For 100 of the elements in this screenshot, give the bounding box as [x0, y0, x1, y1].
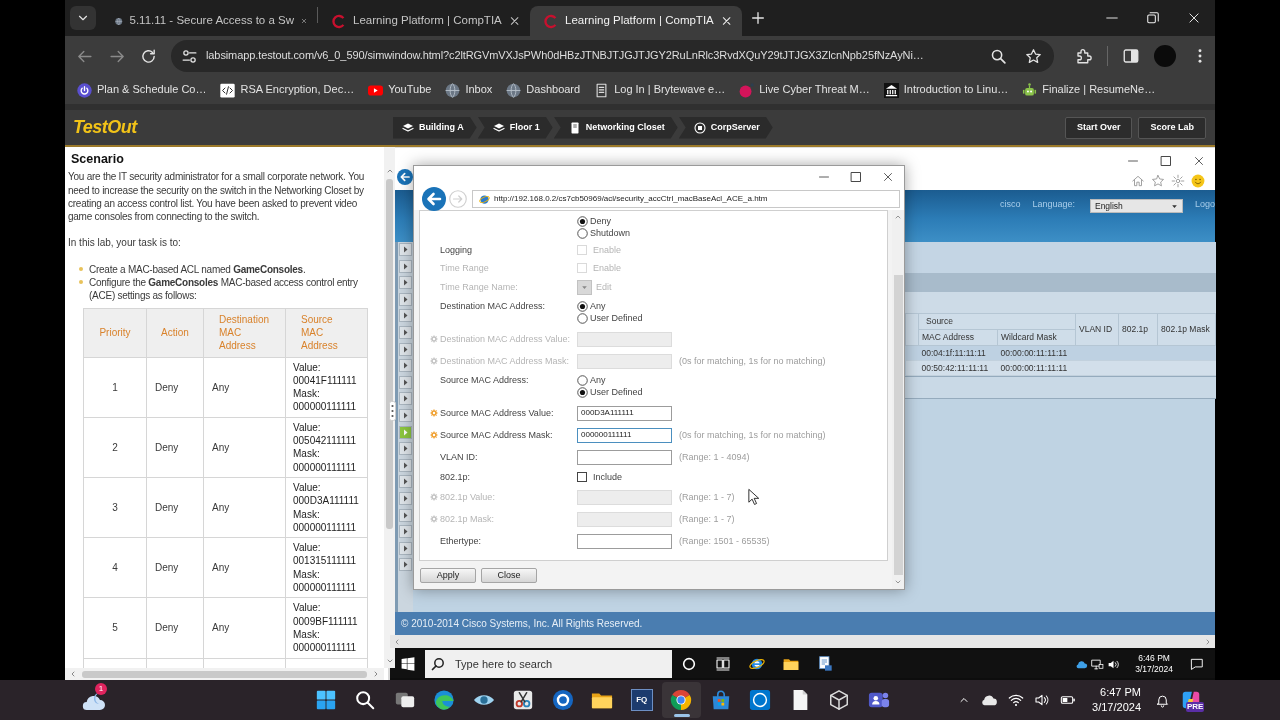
bookmark[interactable]: RSA Encryption, Dec…: [220, 82, 355, 98]
radio-label: User Defined: [590, 312, 643, 324]
document-network-icon[interactable]: [817, 656, 833, 672]
scrollbar-thumb[interactable]: [386, 179, 393, 529]
scrollbar-thumb[interactable]: [893, 275, 903, 575]
bookmark[interactable]: YouTube: [368, 82, 432, 98]
close-icon[interactable]: [508, 15, 520, 27]
scroll-down-icon[interactable]: [894, 578, 902, 586]
address-field[interactable]: http://192.168.0.2/cs7cb50969/acl/security_accCtrl_macBaseAcl_ACE_a.htm: [472, 190, 900, 208]
dialog-button[interactable]: Apply: [420, 567, 476, 583]
windows-logo-icon[interactable]: [400, 657, 415, 671]
bookmark[interactable]: Finalize | ResumeNe…: [1022, 82, 1156, 98]
search-icon[interactable]: [425, 650, 455, 678]
hint-text: (0s for matching, 1s for no matching): [679, 429, 826, 441]
swirl-icon[interactable]: [433, 689, 456, 711]
scroll-right-icon[interactable]: [372, 670, 380, 678]
new-tab-icon[interactable]: [750, 10, 766, 26]
vertical-scrollbar[interactable]: [384, 147, 395, 668]
side-panel-icon[interactable]: [1122, 47, 1140, 65]
maximize-icon[interactable]: [850, 171, 862, 183]
dialog-button[interactable]: Close: [481, 567, 537, 583]
field-label: 802.1p Value:: [440, 491, 496, 503]
radio-label: User Defined: [590, 386, 643, 398]
close-icon[interactable]: [882, 171, 894, 183]
vertical-scrollbar[interactable]: [892, 210, 904, 589]
breadcrumb[interactable]: Networking Closet: [553, 116, 678, 139]
toolbar-button[interactable]: Score Lab: [1138, 116, 1206, 139]
close-icon[interactable]: [720, 15, 732, 27]
volume-icon[interactable]: [1034, 692, 1051, 708]
language-select[interactable]: English: [1089, 199, 1183, 213]
breadcrumb[interactable]: Building A: [393, 116, 477, 139]
bookmark[interactable]: Dashboard: [506, 82, 581, 98]
scrollbar-thumb[interactable]: [82, 670, 367, 678]
restore-icon[interactable]: [1146, 11, 1160, 25]
input-field[interactable]: 000000111111: [577, 427, 672, 443]
scroll-down-icon[interactable]: [385, 657, 394, 665]
browser-tab[interactable]: 5.11.11 - Secure Access to a Sw: [101, 6, 317, 36]
radio-button[interactable]: [577, 375, 588, 387]
back-button[interactable]: [397, 169, 413, 185]
circle-icon[interactable]: [681, 656, 697, 672]
home-icon[interactable]: [1131, 174, 1145, 188]
close-icon[interactable]: [1187, 11, 1201, 25]
scissors-icon[interactable]: [512, 689, 535, 711]
scroll-up-icon[interactable]: [385, 167, 394, 175]
breadcrumb[interactable]: Floor 1: [477, 116, 553, 139]
radio-button[interactable]: [577, 312, 588, 324]
browser-tab[interactable]: Learning Platform | CompTIA: [318, 6, 530, 36]
tab-search-button[interactable]: [70, 6, 96, 30]
zoom-icon[interactable]: [990, 47, 1007, 65]
orbit-logo-icon[interactable]: [749, 656, 765, 672]
scroll-up-icon[interactable]: [894, 213, 902, 221]
search-icon[interactable]: [354, 689, 377, 711]
bell-icon[interactable]: [1155, 692, 1170, 708]
app-button[interactable]: FQ: [630, 689, 653, 711]
settings-icon[interactable]: [1171, 174, 1185, 188]
table-cell: Any: [203, 597, 286, 658]
extensions-icon[interactable]: [1075, 47, 1093, 65]
bookmark[interactable]: Live Cyber Threat M…: [739, 82, 870, 98]
radio-button[interactable]: [577, 216, 588, 228]
table-cell: Deny: [146, 417, 204, 478]
cube-icon[interactable]: [828, 689, 851, 711]
bookmark[interactable]: Inbox: [445, 82, 493, 98]
wifi-icon[interactable]: [1008, 692, 1025, 708]
smiley-icon[interactable]: [1191, 174, 1205, 188]
site-info-icon[interactable]: [181, 47, 198, 65]
bookmark-star-icon[interactable]: [1025, 47, 1042, 65]
breadcrumb[interactable]: CorpServer: [678, 116, 773, 139]
taskbar-button[interactable]: [661, 682, 701, 718]
horizontal-scrollbar[interactable]: [65, 668, 384, 680]
bookmark[interactable]: Log In | Brytewave e…: [594, 82, 726, 98]
folder-icon[interactable]: [783, 656, 799, 672]
windows-logo-icon[interactable]: [314, 689, 337, 711]
drag-handle-icon[interactable]: [389, 401, 396, 421]
reload-icon[interactable]: [140, 47, 157, 65]
network-icon[interactable]: [1091, 657, 1105, 671]
circle-tile-icon[interactable]: [749, 689, 772, 711]
bookmark[interactable]: Plan & Schedule Co…: [77, 82, 207, 98]
ring-logo-icon[interactable]: [551, 689, 574, 711]
input-field[interactable]: [577, 533, 672, 549]
scroll-left-icon[interactable]: [69, 670, 77, 678]
back-button[interactable]: [422, 187, 446, 211]
checkbox[interactable]: [577, 472, 587, 482]
toolbar-button[interactable]: Start Over: [1064, 116, 1133, 139]
column-header: VLAN ID: [1075, 313, 1119, 346]
input-field[interactable]: [577, 449, 672, 465]
radio-button[interactable]: [577, 386, 588, 398]
maximize-icon[interactable]: [1160, 155, 1172, 167]
close-icon[interactable]: [1193, 155, 1205, 167]
radio-button[interactable]: [577, 227, 588, 239]
browser-tab[interactable]: Learning Platform | CompTIA: [530, 6, 742, 36]
search-field[interactable]: Type here to search: [455, 650, 672, 678]
radio-button[interactable]: [577, 301, 588, 313]
star-icon[interactable]: [1151, 174, 1165, 188]
brand-logo: cisco: [999, 199, 1021, 210]
field-label: Time Range Name:: [440, 282, 519, 293]
address-bar[interactable]: labsimapp.testout.com/v6_0_590/simwindow.html?c2ltRGVmVXJsPWh0dHBzJTNBJTJGJTJGY2RuLnRlc3RvdXQuY29tJTJGX3ZlcnNpb25fNzAyNi…: [171, 40, 1054, 72]
notification-icon[interactable]: [1190, 657, 1204, 671]
input-field[interactable]: 000D3A111111: [577, 405, 672, 421]
task-view-icon[interactable]: [715, 656, 731, 672]
bookmark[interactable]: Introduction to Linu…: [883, 82, 1009, 98]
